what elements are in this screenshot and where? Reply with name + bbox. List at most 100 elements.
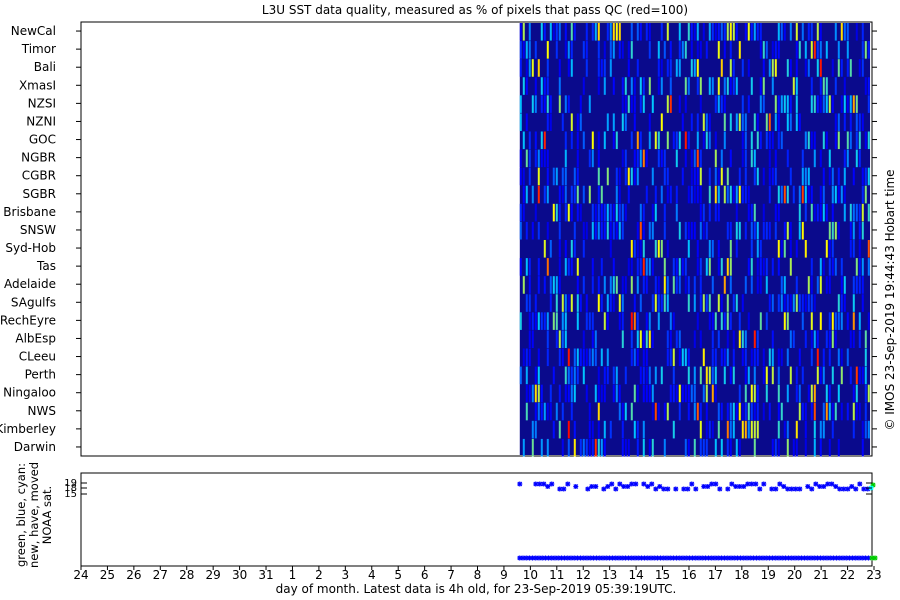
heatmap-cell — [783, 276, 786, 294]
sat-point — [797, 486, 803, 492]
heatmap-cell — [738, 384, 741, 403]
x-tick-label: 25 — [100, 568, 115, 582]
heatmap-cell — [525, 366, 528, 385]
heatmap-cell — [795, 276, 798, 294]
heatmap-cell — [663, 276, 666, 294]
heatmap-cell — [537, 221, 540, 240]
heatmap-cell — [792, 185, 795, 204]
heatmap-cell — [657, 41, 660, 59]
row-label-newcal: NewCal — [11, 24, 56, 38]
heatmap-cell — [813, 95, 816, 113]
heatmap-cell — [861, 366, 864, 385]
heatmap-cell — [528, 276, 531, 294]
chart-canvas: L3U SST data quality, measured as % of p… — [0, 3, 897, 596]
heatmap-cell — [786, 384, 789, 403]
heatmap-cell — [834, 185, 837, 204]
heatmap-cell — [591, 348, 594, 367]
heatmap-cell — [810, 23, 813, 41]
heatmap-cell — [639, 294, 642, 312]
heatmap-cell — [825, 41, 828, 59]
heatmap-cell — [831, 167, 834, 186]
heatmap-cell — [867, 77, 870, 95]
heatmap-cell — [678, 330, 681, 348]
heatmap-cell — [708, 167, 711, 186]
heatmap-cell — [825, 95, 828, 113]
heatmap-cell — [642, 276, 645, 294]
heatmap-cell — [555, 23, 558, 41]
heatmap-cell — [867, 131, 870, 150]
heatmap-cell — [822, 185, 825, 204]
heatmap-cell — [699, 402, 702, 421]
heatmap-cell — [822, 167, 825, 186]
heatmap-cell — [570, 59, 573, 77]
heatmap-cell — [657, 149, 660, 168]
heatmap-cell — [717, 330, 720, 348]
heatmap-cell — [777, 95, 780, 113]
heatmap-cell — [777, 131, 780, 150]
heatmap-cell — [654, 294, 657, 312]
heatmap-cell — [591, 149, 594, 168]
heatmap-cell — [822, 131, 825, 150]
heatmap-cell — [579, 348, 582, 367]
heatmap-cell — [663, 221, 666, 240]
heatmap-cell — [519, 203, 522, 222]
sat-point — [605, 484, 611, 489]
heatmap-cell — [534, 402, 537, 421]
heatmap-cell — [588, 420, 591, 439]
heatmap-cell — [549, 384, 552, 403]
sat-point — [517, 481, 523, 487]
heatmap-cell — [801, 185, 804, 204]
heatmap-cell — [774, 438, 777, 457]
heatmap-cell — [729, 41, 732, 59]
heatmap-cell — [726, 221, 729, 240]
heatmap-cell — [561, 330, 564, 348]
heatmap-cell — [615, 221, 618, 240]
heatmap-cell — [687, 131, 690, 150]
heatmap-cell — [858, 258, 861, 276]
heatmap-cell — [693, 384, 696, 403]
heatmap-cell — [771, 258, 774, 276]
sat-point — [665, 486, 671, 492]
heatmap-cell — [549, 276, 552, 294]
sat-point — [725, 486, 731, 492]
heatmap-cell — [843, 276, 846, 294]
heatmap-cell — [597, 203, 600, 222]
heatmap-cell — [855, 384, 858, 403]
heatmap-cell — [849, 131, 852, 150]
heatmap-cell — [576, 131, 579, 150]
heatmap-cell — [570, 240, 573, 258]
heatmap-cell — [633, 167, 636, 186]
heatmap-cell — [564, 294, 567, 312]
heatmap-cell — [798, 384, 801, 403]
heatmap-cell — [561, 294, 564, 312]
heatmap-cell — [813, 41, 816, 59]
heatmap-cell — [618, 221, 621, 240]
satellite-ylabel-line-2: new, have, moved — [27, 462, 41, 568]
heatmap-cell — [636, 330, 639, 348]
heatmap-cell — [741, 402, 744, 421]
heatmap-cell — [684, 149, 687, 168]
heatmap-cell — [636, 167, 639, 186]
heatmap-cell — [858, 330, 861, 348]
heatmap-cell — [750, 203, 753, 222]
heatmap-cell — [810, 203, 813, 222]
heatmap-cells — [519, 23, 871, 457]
heatmap-cell — [639, 23, 642, 41]
heatmap-cell — [810, 330, 813, 348]
heatmap-cell — [669, 384, 672, 403]
heatmap-cell — [645, 149, 648, 168]
heatmap-cell — [819, 420, 822, 439]
heatmap-cell — [519, 366, 522, 385]
heatmap-cell — [771, 294, 774, 312]
heatmap-cell — [783, 312, 786, 330]
heatmap-cell — [669, 330, 672, 348]
heatmap-cell — [528, 23, 531, 41]
heatmap-cell — [684, 276, 687, 294]
heatmap-cell — [609, 23, 612, 41]
heatmap-cell — [597, 294, 600, 312]
heatmap-cell — [780, 294, 783, 312]
heatmap-cell — [789, 240, 792, 258]
heatmap-cell — [840, 95, 843, 113]
heatmap-cell — [852, 294, 855, 312]
row-label-snsw: SNSW — [20, 223, 56, 237]
